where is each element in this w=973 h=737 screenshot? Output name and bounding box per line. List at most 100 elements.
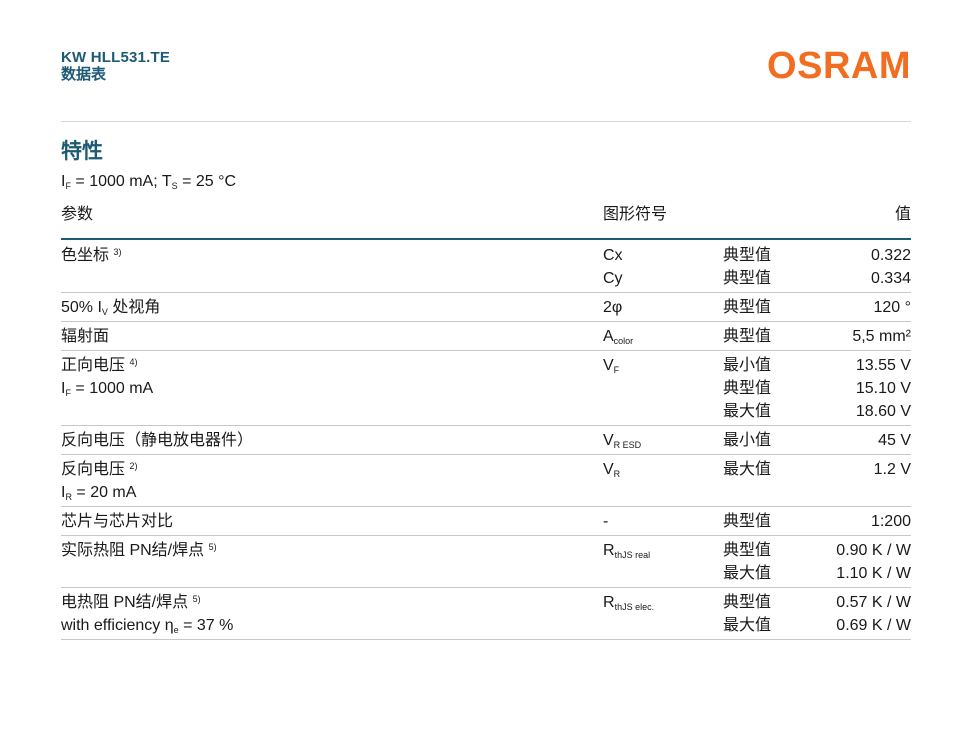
footnote-ref: 2) [129, 461, 138, 471]
param-cell: 电热阻 PN结/焊点 5) with efficiency ηe = 37 % [61, 591, 591, 637]
param-cell: 50% IV 处视角 [61, 296, 591, 319]
param-name: 实际热阻 PN结/焊点 [61, 542, 205, 559]
symbol: R [603, 542, 615, 559]
kind-cell: 典型值 [723, 510, 771, 533]
kind-cell: 最大值 [723, 458, 771, 481]
symbol: V [603, 357, 614, 374]
value: 1.10 K / W [836, 565, 911, 582]
condition-value: = 20 mA [71, 484, 137, 501]
value-kind: 典型值 [723, 380, 772, 397]
param-name: 辐射面 [61, 328, 110, 345]
symbol: R [603, 594, 615, 611]
test-conditions: IF = 1000 mA; TS = 25 °C [61, 172, 236, 192]
param-name: 50% I [61, 299, 102, 316]
value-kind: 典型值 [723, 513, 772, 530]
document-type: 数据表 [61, 66, 107, 83]
table-row: 电热阻 PN结/焊点 5) with efficiency ηe = 37 % … [61, 588, 911, 640]
value-kind: 典型值 [723, 270, 772, 287]
osram-logo: OSRAM [767, 45, 911, 87]
value-kind: 最大值 [723, 403, 772, 420]
value-kind: 典型值 [723, 542, 772, 559]
value-kind: 典型值 [723, 247, 772, 264]
kind-cell: 典型值 典型值 [723, 244, 771, 290]
table-header-rule [61, 238, 911, 240]
symbol: - [603, 513, 609, 530]
table-row: 辐射面 Acolor 典型值 5,5 mm² [61, 322, 911, 351]
value-cell: 5,5 mm² [852, 325, 911, 348]
condition-value: = 37 % [178, 617, 234, 634]
value: 0.334 [870, 270, 911, 287]
footnote-ref: 3) [113, 247, 122, 257]
symbol-subscript: thJS real [614, 550, 651, 560]
param-name: 色坐标 [61, 247, 110, 264]
symbol-subscript: R ESD [613, 440, 642, 450]
param-name-rest: 处视角 [107, 299, 161, 316]
column-header-symbol: 图形符号 [603, 206, 668, 223]
symbol-cell: VR ESD [603, 429, 641, 452]
value-kind: 最小值 [723, 432, 772, 449]
param-cell: 色坐标 3) [61, 244, 591, 290]
kind-cell: 典型值 [723, 296, 771, 319]
value-kind: 最小值 [723, 357, 772, 374]
value-cell: 45 V [878, 429, 911, 452]
conditions-ts-value: = 25 °C [177, 173, 237, 190]
value-kind: 典型值 [723, 299, 772, 316]
param-cell: 实际热阻 PN结/焊点 5) [61, 539, 591, 585]
table-row: 色坐标 3) Cx Cy 典型值 典型值 0.322 0.334 [61, 241, 911, 293]
value: 45 V [878, 432, 911, 449]
document-title-block: KW HLL531.TE 数据表 [61, 49, 170, 83]
symbol: A [603, 328, 614, 345]
table-header: 参数 图形符号 值 [61, 204, 911, 238]
conditions-if-value: = 1000 mA; T [70, 173, 172, 190]
symbol: Cy [603, 270, 623, 287]
value: 0.57 K / W [836, 594, 911, 611]
value-cell: 0.322 0.334 [871, 244, 911, 290]
param-name: 电热阻 PN结/焊点 [61, 594, 189, 611]
symbol-cell: - [603, 510, 608, 533]
kind-cell: 典型值 最大值 [723, 591, 771, 637]
param-name: 反向电压（静电放电器件） [61, 432, 254, 449]
param-cell: 辐射面 [61, 325, 591, 348]
condition: with efficiency η [61, 617, 174, 634]
symbol: 2φ [603, 299, 623, 316]
column-header-parameter: 参数 [61, 206, 94, 223]
condition-value: = 1000 mA [70, 380, 154, 397]
section-title: 特性 [61, 140, 103, 163]
symbol-cell: Acolor [603, 325, 633, 348]
value: 1:200 [870, 513, 911, 530]
product-name: KW HLL531.TE [61, 49, 171, 66]
table-row: 实际热阻 PN结/焊点 5) RthJS real 典型值 最大值 0.90 K… [61, 536, 911, 588]
header-divider [61, 121, 911, 122]
table-row: 50% IV 处视角 2φ 典型值 120 ° [61, 293, 911, 322]
symbol-cell: VR [603, 458, 620, 481]
kind-cell: 最小值 典型值 最大值 [723, 354, 771, 423]
value-cell: 0.90 K / W 1.10 K / W [836, 539, 911, 585]
symbol-subscript: color [613, 336, 634, 346]
param-name: 芯片与芯片对比 [61, 513, 174, 530]
kind-cell: 典型值 最大值 [723, 539, 771, 585]
value: 18.60 V [855, 403, 911, 420]
value: 0.322 [870, 247, 911, 264]
symbol: Cx [603, 247, 623, 264]
footnote-ref: 5) [192, 594, 201, 604]
param-name: 正向电压 [61, 357, 126, 374]
value-cell: 1.2 V [874, 458, 911, 481]
param-cell: 反向电压（静电放电器件） [61, 429, 591, 452]
param-cell: 芯片与芯片对比 [61, 510, 591, 533]
symbol-subscript: thJS elec. [614, 602, 655, 612]
value-cell: 0.57 K / W 0.69 K / W [836, 591, 911, 637]
footnote-ref: 4) [129, 357, 138, 367]
value: 15.10 V [855, 380, 911, 397]
value: 0.69 K / W [836, 617, 911, 634]
footnote-ref: 5) [208, 542, 217, 552]
value-kind: 典型值 [723, 594, 772, 611]
value-cell: 13.55 V 15.10 V 18.60 V [856, 354, 911, 423]
table-row: 反向电压 2) IR = 20 mA VR 最大值 1.2 V [61, 455, 911, 507]
symbol-cell: RthJS elec. [603, 591, 654, 614]
param-cell: 反向电压 2) IR = 20 mA [61, 458, 591, 504]
value-kind: 典型值 [723, 328, 772, 345]
symbol-subscript: F [613, 365, 620, 375]
symbol: V [603, 432, 614, 449]
value: 5,5 mm² [852, 328, 911, 345]
kind-cell: 最小值 [723, 429, 771, 452]
